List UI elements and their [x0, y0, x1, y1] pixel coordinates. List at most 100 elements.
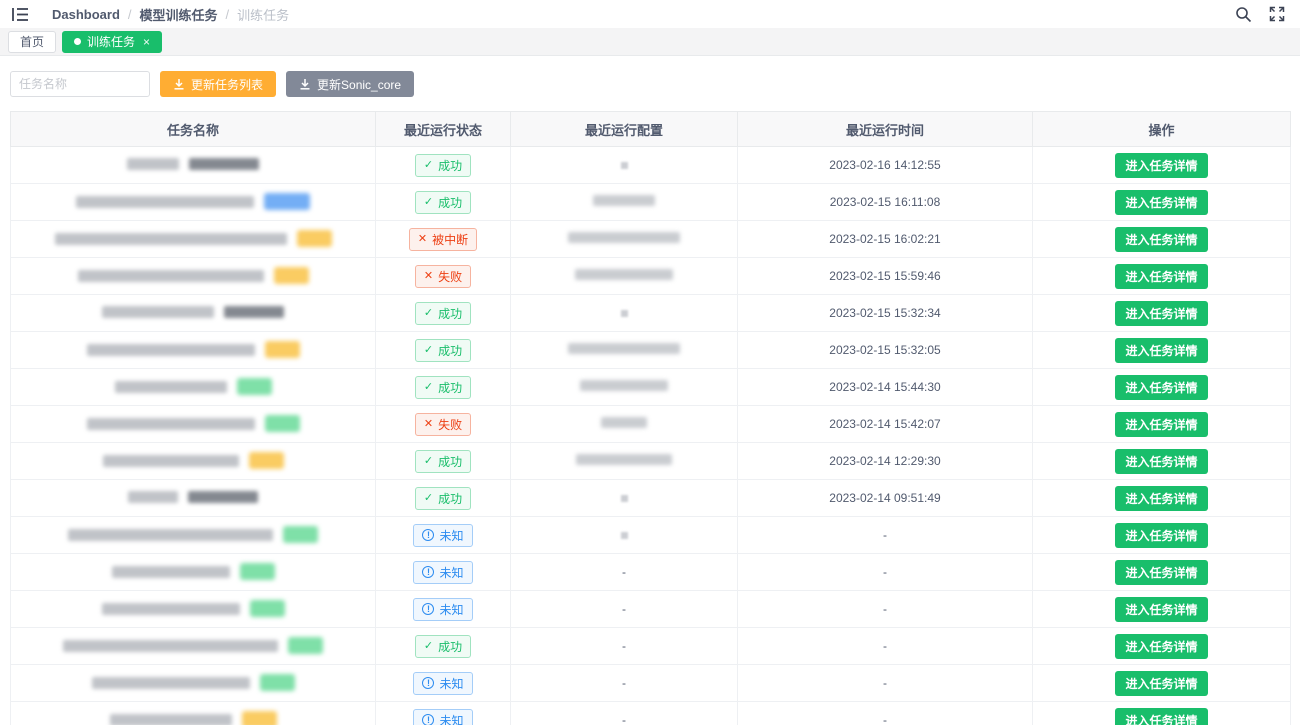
redacted-text-block: [102, 603, 240, 615]
table-row: ✓成功2023-02-15 15:32:05进入任务详情: [11, 332, 1291, 369]
status-label: 成功: [438, 379, 462, 396]
action-cell: 进入任务详情: [1033, 665, 1291, 702]
tab-close-icon[interactable]: ×: [143, 36, 150, 48]
task-detail-button[interactable]: 进入任务详情: [1115, 523, 1207, 548]
last-run-time-cell: 2023-02-15 16:02:21: [738, 221, 1033, 258]
task-name-cell: [11, 258, 376, 295]
config-cell: [511, 443, 738, 480]
table-row: ✓成功2023-02-15 15:32:34进入任务详情: [11, 295, 1291, 332]
config-cell: [511, 517, 738, 554]
status-badge-success: ✓成功: [415, 635, 471, 658]
action-cell: 进入任务详情: [1033, 332, 1291, 369]
task-name-input[interactable]: [10, 71, 150, 97]
redacted-config-dot: [621, 532, 628, 539]
status-cell: ✓成功: [376, 443, 511, 480]
column-header-last-run-status: 最近运行状态: [376, 112, 511, 147]
redacted-config-block: [580, 380, 668, 391]
search-icon[interactable]: [1234, 5, 1252, 23]
breadcrumb-item-dashboard[interactable]: Dashboard: [52, 7, 120, 22]
task-tag-yellow: [274, 267, 309, 284]
table-row: !未知-进入任务详情: [11, 517, 1291, 554]
task-detail-button[interactable]: 进入任务详情: [1115, 708, 1207, 725]
status-cell: ✓成功: [376, 480, 511, 517]
last-run-time-cell: 2023-02-16 14:12:55: [738, 147, 1033, 184]
redacted-task-name: [102, 600, 285, 617]
breadcrumb-separator: /: [226, 7, 230, 22]
redacted-task-name: [87, 341, 300, 358]
status-cell: ✕被中断: [376, 221, 511, 258]
task-tag-yellow: [297, 230, 332, 247]
update-sonic-core-button[interactable]: 更新Sonic_core: [286, 71, 414, 97]
redacted-task-name: [115, 378, 272, 395]
last-run-time-cell: 2023-02-14 09:51:49: [738, 480, 1033, 517]
task-name-cell: [11, 221, 376, 258]
last-run-time-cell: 2023-02-14 12:29:30: [738, 443, 1033, 480]
fullscreen-icon[interactable]: [1268, 5, 1286, 23]
status-label: 失败: [438, 268, 462, 285]
cross-icon: ✕: [424, 271, 433, 282]
redacted-config-block: [601, 417, 647, 428]
last-run-time-cell: -: [738, 628, 1033, 665]
status-label: 成功: [438, 157, 462, 174]
table-row: !未知--进入任务详情: [11, 591, 1291, 628]
column-header-last-run-time: 最近运行时间: [738, 112, 1033, 147]
task-detail-button[interactable]: 进入任务详情: [1115, 412, 1207, 437]
config-cell: [511, 332, 738, 369]
status-badge-interrupted: ✕被中断: [409, 228, 477, 251]
table-row: ✓成功2023-02-14 15:44:30进入任务详情: [11, 369, 1291, 406]
redacted-task-name: [87, 415, 300, 432]
table-row: ✓成功 2023-02-14 12:29:30 进入任务详情: [11, 443, 1291, 480]
breadcrumb-item-current: 训练任务: [237, 5, 289, 24]
table-row: ✓成功 2023-02-14 09:51:49 进入任务详情: [11, 480, 1291, 517]
status-label: 未知: [439, 601, 463, 618]
task-detail-button[interactable]: 进入任务详情: [1115, 338, 1207, 363]
redacted-task-name: [112, 563, 275, 580]
task-detail-button[interactable]: 进入任务详情: [1115, 597, 1207, 622]
task-detail-button[interactable]: 进入任务详情: [1115, 634, 1207, 659]
task-name-cell: [11, 665, 376, 702]
redacted-text-block: [87, 418, 255, 430]
task-detail-button[interactable]: 进入任务详情: [1115, 486, 1207, 511]
menu-fold-icon[interactable]: [10, 4, 30, 24]
task-detail-button[interactable]: 进入任务详情: [1115, 375, 1207, 400]
table-row: !未知--进入任务详情: [11, 554, 1291, 591]
task-name-cell: [11, 147, 376, 184]
info-circle-icon: !: [422, 603, 434, 615]
update-task-list-button[interactable]: 更新任务列表: [160, 71, 276, 97]
breadcrumb-item-model-training[interactable]: 模型训练任务: [140, 5, 218, 24]
task-name-cell: [11, 702, 376, 725]
redacted-text-block: [68, 529, 273, 541]
status-cell: ✕失败: [376, 406, 511, 443]
action-cell: 进入任务详情: [1033, 147, 1291, 184]
task-detail-button[interactable]: 进入任务详情: [1115, 449, 1207, 474]
redacted-task-name: [78, 267, 309, 284]
last-run-time-cell: 2023-02-15 15:32:34: [738, 295, 1033, 332]
task-detail-button[interactable]: 进入任务详情: [1115, 301, 1207, 326]
redacted-text-block: [103, 455, 239, 467]
status-cell: ✓成功: [376, 147, 511, 184]
redacted-config-block: [568, 232, 680, 243]
task-detail-button[interactable]: 进入任务详情: [1115, 560, 1207, 585]
tab-training-tasks[interactable]: 训练任务 ×: [62, 31, 162, 53]
tab-home[interactable]: 首页: [8, 31, 56, 53]
tab-training-tasks-label: 训练任务: [87, 33, 135, 50]
task-detail-button[interactable]: 进入任务详情: [1115, 227, 1207, 252]
update-sonic-core-label: 更新Sonic_core: [317, 76, 401, 93]
task-detail-button[interactable]: 进入任务详情: [1115, 153, 1207, 178]
status-badge-unknown: ! 未知: [413, 598, 472, 621]
task-detail-button[interactable]: 进入任务详情: [1115, 190, 1207, 215]
status-label: 成功: [438, 490, 462, 507]
status-badge-unknown: !未知: [413, 561, 472, 584]
task-tag-green: [250, 600, 285, 617]
task-detail-button[interactable]: 进入任务详情: [1115, 671, 1207, 696]
status-badge-unknown: !未知: [413, 524, 472, 547]
column-header-actions: 操作: [1033, 112, 1291, 147]
redacted-config-dot: [621, 310, 628, 317]
config-cell: [511, 258, 738, 295]
last-run-time-cell: -: [738, 702, 1033, 725]
table-row: !未知--进入任务详情: [11, 665, 1291, 702]
status-badge-failed: ✕ 失败: [415, 265, 471, 288]
task-detail-button[interactable]: 进入任务详情: [1115, 264, 1207, 289]
task-name-cell: [11, 369, 376, 406]
action-cell: 进入任务详情: [1033, 554, 1291, 591]
